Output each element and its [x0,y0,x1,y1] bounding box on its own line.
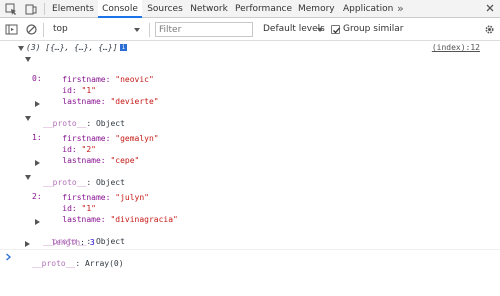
tree-item[interactable]: 2: [0,172,42,201]
tab-performance[interactable]: Performance [235,0,292,18]
property-row: lastname: "devierte" [43,87,158,106]
expand-triangle-icon[interactable] [35,101,40,107]
tree-item[interactable]: 0: [0,54,42,83]
proto-row[interactable]: __proto__: Object [0,217,125,246]
devtools-tab-bar: Elements Console Sources Network Perform… [0,0,500,18]
expand-triangle-icon[interactable] [25,116,31,121]
toolbar-separator [149,23,150,37]
expand-triangle-icon[interactable] [18,46,24,51]
length-value: 3 [89,238,95,247]
settings-gear-icon[interactable] [483,23,496,36]
property-row: firstname: "neovic" [43,65,154,84]
source-link[interactable]: (index):12 [432,43,480,53]
console-toolbar: top Default levels Group similar [0,19,500,41]
more-tabs-button[interactable]: » [397,0,404,18]
device-toolbar-icon[interactable] [24,2,38,16]
property-row: lastname: "divinagracia" [43,205,178,224]
chevron-down-icon [134,28,140,32]
group-similar-checkbox[interactable] [331,25,340,34]
clear-console-icon[interactable] [25,23,38,36]
expand-triangle-icon[interactable] [25,175,31,180]
property-value: "divinagracia" [110,215,178,224]
tab-elements[interactable]: Elements [50,0,96,18]
info-icon: i [120,44,127,51]
object-index: 2: [32,192,42,201]
property-value: "julyn" [115,193,149,202]
proto-row[interactable]: __proto__: Object [0,158,125,187]
proto-row[interactable]: __proto__: Object [0,99,125,128]
tab-memory[interactable]: Memory [298,0,335,18]
property-value: "cepe" [110,156,140,165]
property-value: "neovic" [115,75,154,84]
expand-triangle-icon[interactable] [35,160,40,166]
expand-triangle-icon[interactable] [25,57,31,62]
expand-triangle-icon[interactable] [25,241,30,247]
property-row: id: "2" [43,135,96,154]
prompt-chevron-icon[interactable] [5,253,12,261]
log-levels-dropdown[interactable]: Default levels [263,22,325,37]
proto-row[interactable]: __proto__: Array(0) [0,239,124,268]
tree-item[interactable]: 1: [0,113,42,142]
property-key: lastname: [62,215,111,224]
length-key: length [51,238,81,247]
tab-network[interactable]: Network [189,0,229,18]
object-index: 0: [32,74,42,83]
property-value: "devierte" [110,97,159,106]
inspect-element-icon[interactable] [4,2,18,16]
tab-console[interactable]: Console [98,0,142,18]
show-console-sidebar-icon[interactable] [5,23,18,36]
toolbar-separator [44,3,45,15]
property-row: id: "1" [43,194,96,213]
property-row: lastname: "cepe" [43,146,139,165]
console-log-entry[interactable]: (3) [{…}, {…}, {…}] i (index):12 [0,43,500,53]
property-key: lastname: [62,156,111,165]
expand-triangle-icon[interactable] [35,219,40,225]
property-row: firstname: "julyn" [43,183,149,202]
property-value: "gemalyn" [115,134,159,143]
toolbar-separator [43,23,44,37]
length-row: length: 3 [51,238,95,247]
group-similar-label[interactable]: Group similar [343,22,403,37]
proto-key: __proto__ [32,259,76,268]
filter-input[interactable] [155,22,253,37]
property-row: firstname: "gemalyn" [43,124,158,143]
object-index: 1: [32,133,42,142]
close-icon[interactable] [484,2,496,14]
checkmark-icon [333,27,340,34]
chevron-down-icon [317,28,323,32]
context-selector[interactable]: top [49,22,145,37]
property-key: lastname: [62,97,111,106]
proto-value: : Array(0) [75,259,124,268]
log-divider [0,249,500,250]
array-summary: (3) [{…}, {…}, {…}] [26,43,118,52]
tab-application[interactable]: Application [343,0,393,18]
property-row: id: "1" [43,76,96,95]
tab-sources[interactable]: Sources [146,0,184,18]
